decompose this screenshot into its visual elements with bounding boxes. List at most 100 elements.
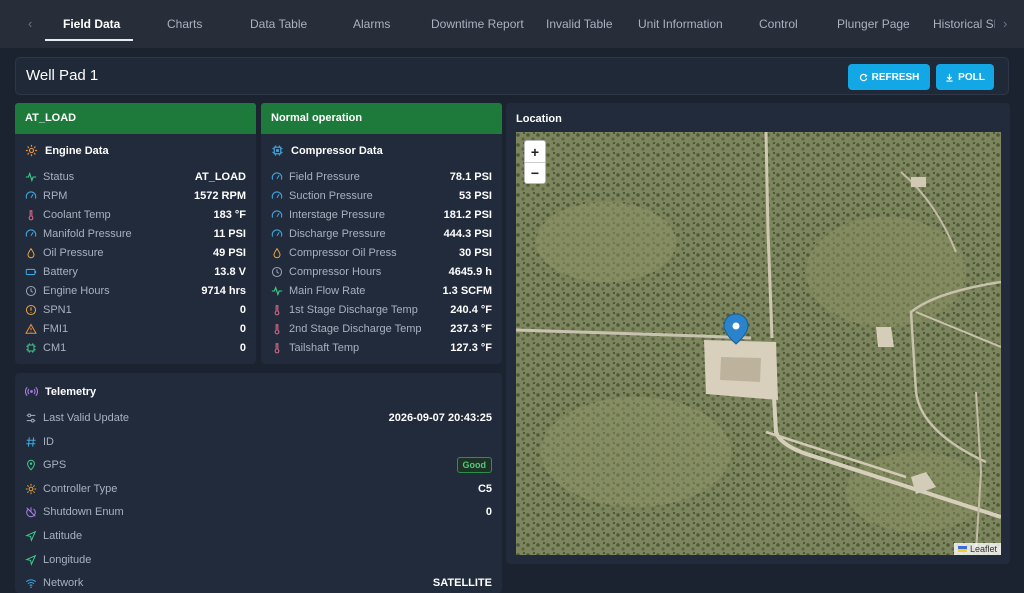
poll-label: POLL [958, 71, 985, 83]
telemetry-row-network: Network SATELLITE [25, 574, 492, 592]
location-panel: Location + − Leaflet [506, 103, 1010, 564]
compressor-status-banner: Normal operation [261, 103, 502, 134]
oil-icon [25, 247, 37, 259]
gauge-icon [271, 171, 283, 183]
row-label: Latitude [43, 530, 83, 542]
row-value: 53 PSI [458, 190, 492, 202]
row-label: Shutdown Enum [43, 506, 124, 519]
engine-row-manifold-pressure: Manifold Pressure 11 PSI [25, 225, 246, 243]
row-label: RPM [43, 190, 68, 202]
wifi-icon [25, 577, 37, 589]
broadcast-icon [25, 386, 38, 397]
refresh-button[interactable]: REFRESH [848, 64, 930, 90]
navigation-icon [25, 530, 37, 542]
battery-icon [25, 266, 37, 278]
tab-historical-sf[interactable]: Historical SF [933, 17, 995, 31]
row-value: 0 [239, 342, 246, 354]
row-value: 444.3 PSI [443, 228, 492, 240]
compressor-row-tailshaft-temp: Tailshaft Temp 127.3 °F [271, 339, 492, 357]
row-label: GPS [43, 459, 67, 472]
tab-control[interactable]: Control [759, 17, 798, 31]
ukraine-flag-icon [957, 546, 967, 552]
row-value: 237.3 °F [450, 323, 492, 335]
compressor-row-main-flow-rate: Main Flow Rate 1.3 SCFM [271, 282, 492, 300]
engine-row-cm1: CM1 0 [25, 339, 246, 357]
thermometer-icon [25, 209, 37, 221]
location-title: Location [516, 113, 562, 125]
row-value: 0 [239, 304, 246, 316]
compressor-panel-header: Compressor Data [271, 144, 383, 157]
engine-panel-header: Engine Data [25, 144, 109, 157]
gear-icon [25, 483, 37, 495]
row-label: Interstage Pressure [289, 209, 385, 221]
satellite-map[interactable]: + − Leaflet [516, 132, 1001, 555]
telemetry-panel: Telemetry Last Valid Update 2026-09-07 20… [15, 373, 502, 593]
engine-status-banner: AT_LOAD [15, 103, 256, 134]
telemetry-row-gps: GPS Good [25, 456, 492, 474]
refresh-icon [859, 73, 868, 81]
tab-field-data[interactable]: Field Data [63, 17, 120, 31]
row-label: Status [43, 171, 75, 183]
compressor-row-field-pressure: Field Pressure 78.1 PSI [271, 168, 492, 186]
warning-triangle-icon [25, 323, 37, 335]
compressor-status-text: Normal operation [271, 112, 363, 124]
row-value: C5 [477, 482, 492, 495]
page-header: Well Pad 1 REFRESH POLL [15, 57, 1009, 95]
tab-alarms[interactable]: Alarms [353, 17, 390, 31]
tab-charts[interactable]: Charts [167, 17, 202, 31]
telemetry-row-longitude: Longitude [25, 551, 492, 569]
gauge-icon [271, 228, 283, 240]
tab-downtime-report[interactable]: Downtime Report [431, 17, 524, 31]
row-label: Discharge Pressure [289, 228, 386, 240]
row-value: 78.1 PSI [449, 171, 492, 183]
engine-row-rpm: RPM 1572 RPM [25, 187, 246, 205]
poll-button[interactable]: POLL [936, 64, 994, 90]
row-value: SATELLITE [432, 577, 492, 590]
row-label: CM1 [43, 342, 67, 354]
pulse-icon [25, 171, 37, 183]
tab-invalid-table[interactable]: Invalid Table [546, 17, 613, 31]
tab-data-table[interactable]: Data Table [250, 17, 307, 31]
chevron-left-icon[interactable]: ‹ [28, 16, 32, 31]
tab-plunger-page[interactable]: Plunger Page [837, 17, 910, 31]
zoom-out-button[interactable]: − [525, 162, 545, 183]
telemetry-row-controller-type: Controller Type C5 [25, 480, 492, 498]
tab-unit-information[interactable]: Unit Information [638, 17, 723, 31]
row-label: Oil Pressure [43, 247, 104, 259]
row-label: 2nd Stage Discharge Temp [289, 323, 422, 335]
compressor-panel: Normal operation Compressor Data Field P… [261, 103, 502, 364]
row-label: Controller Type [43, 482, 118, 495]
row-label: Network [43, 577, 84, 590]
power-off-icon [25, 506, 37, 518]
clock-icon [25, 285, 37, 297]
compressor-panel-title: Compressor Data [291, 144, 383, 157]
row-value: 0 [485, 506, 492, 519]
row-value: 30 PSI [458, 247, 492, 259]
map-attribution[interactable]: Leaflet [953, 543, 1001, 555]
active-tab-indicator [45, 39, 133, 41]
chevron-right-icon[interactable]: › [1003, 16, 1007, 31]
row-value: 1572 RPM [194, 190, 246, 202]
zoom-in-button[interactable]: + [525, 141, 545, 162]
thermometer-icon [271, 342, 283, 354]
gauge-icon [271, 209, 283, 221]
row-value: 9714 hrs [201, 285, 246, 297]
row-value: 240.4 °F [450, 304, 492, 316]
chip-icon [272, 145, 283, 156]
engine-row-fmi1: FMI1 0 [25, 320, 246, 338]
row-value: 4645.9 h [448, 266, 492, 278]
compressor-row-2nd-stage-discharge-temp: 2nd Stage Discharge Temp 237.3 °F [271, 320, 492, 338]
engine-row-battery: Battery 13.8 V [25, 263, 246, 281]
attribution-label: Leaflet [969, 544, 997, 554]
alert-circle-icon [25, 304, 37, 316]
row-value: 1.3 SCFM [442, 285, 492, 297]
telemetry-row-shutdown-enum: Shutdown Enum 0 [25, 503, 492, 521]
chip-icon [25, 342, 37, 354]
compressor-row-suction-pressure: Suction Pressure 53 PSI [271, 187, 492, 205]
compressor-row-compressor-oil-press: Compressor Oil Press 30 PSI [271, 244, 492, 262]
map-zoom-control: + − [524, 140, 546, 184]
row-value: 49 PSI [212, 247, 246, 259]
telemetry-panel-title: Telemetry [45, 385, 97, 398]
gear-icon [25, 144, 38, 157]
telemetry-panel-header: Telemetry [25, 385, 96, 398]
